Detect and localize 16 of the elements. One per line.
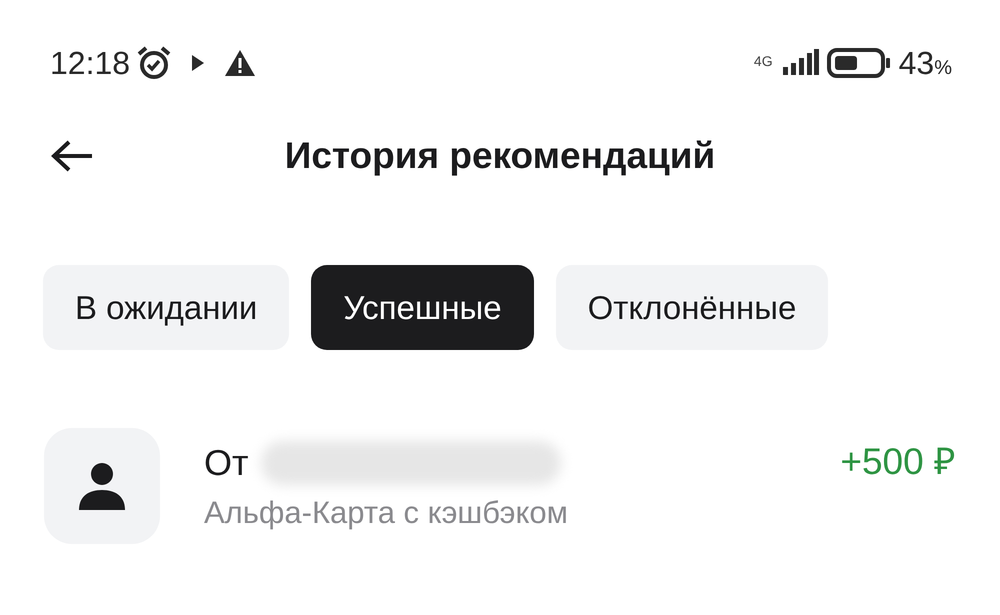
warning-icon <box>224 49 256 77</box>
battery-icon <box>826 48 891 78</box>
person-icon <box>76 460 128 512</box>
card-name: Альфа-Карта с кэшбэком <box>204 495 569 531</box>
signal-icon <box>780 49 819 77</box>
screen-title: История рекомендаций <box>284 134 716 176</box>
filter-tab[interactable]: Отклонённые <box>556 265 828 350</box>
battery-percent: 43% <box>898 44 952 82</box>
filter-tab[interactable]: В ожидании <box>43 265 290 350</box>
filter-tab[interactable]: Успешные <box>311 265 534 350</box>
alarm-clock-icon <box>136 45 172 81</box>
play-icon <box>190 53 206 73</box>
status-time: 12:18 <box>50 44 130 82</box>
sender-label: От <box>204 442 248 484</box>
reward-amount: +500 ₽ <box>840 440 956 484</box>
network-type: 4G <box>754 52 773 68</box>
